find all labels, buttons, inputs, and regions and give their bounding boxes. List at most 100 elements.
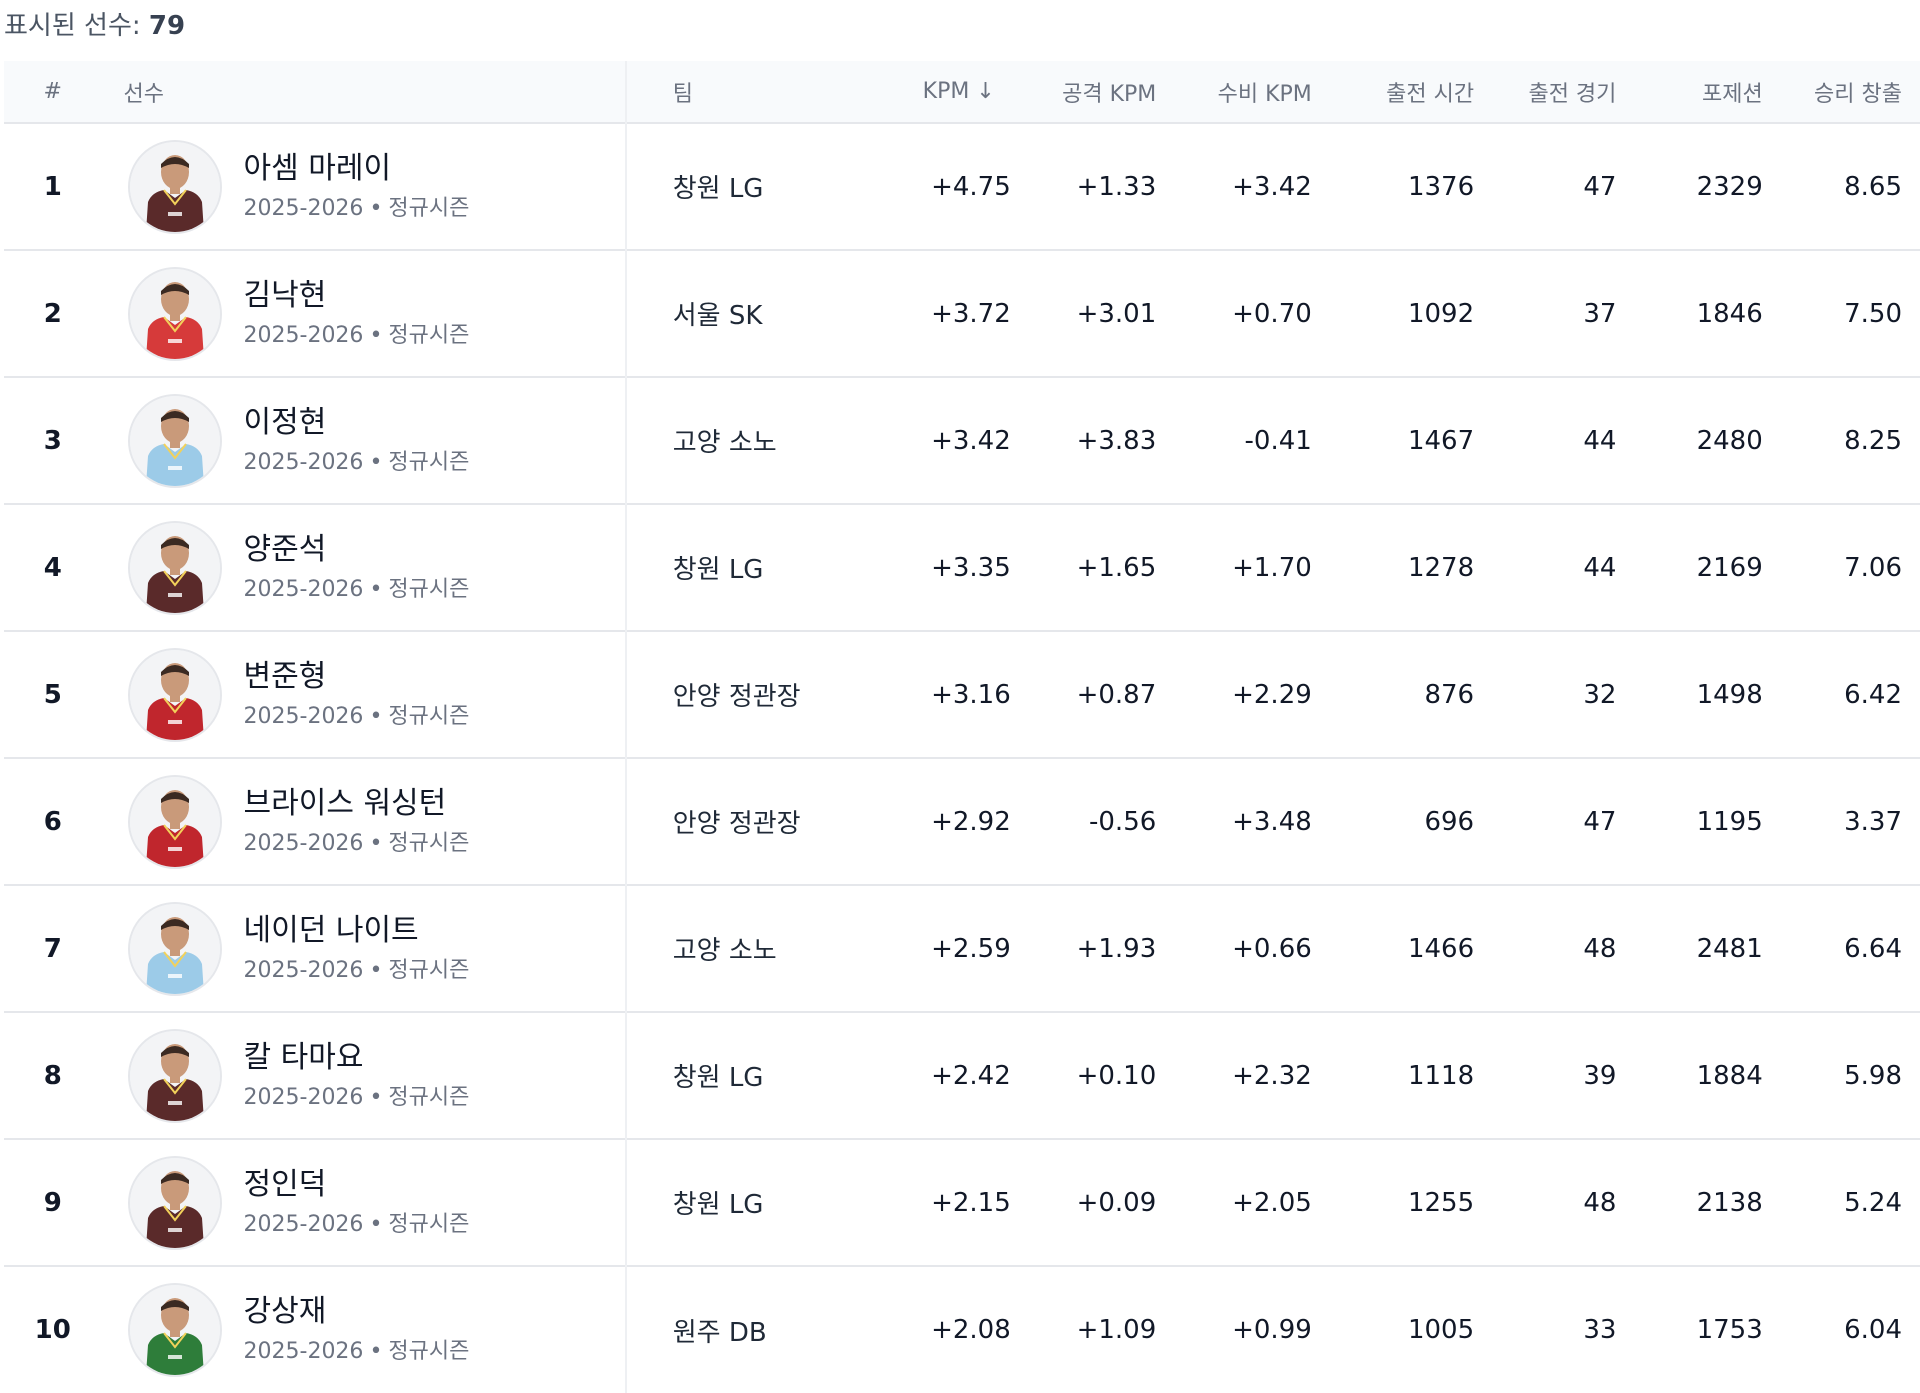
wins-created-cell: 5.24	[1844, 1187, 1902, 1218]
season-years: 2025-2026	[243, 703, 364, 729]
displayed-players-count: 표시된 선수: 79	[4, 8, 185, 44]
player-season: 2025-2026 • 정규시즌	[244, 1336, 470, 1368]
table-row[interactable]: 10 강상재 2025-2026 • 정규시즌 원주 DB +2.08 +1.0…	[4, 1266, 1920, 1393]
minutes-cell: 1467	[1407, 425, 1475, 456]
separator-dot: •	[369, 957, 383, 983]
col-player[interactable]: 선수	[101, 61, 627, 123]
kpm-cell: +2.92	[931, 806, 1011, 837]
col-rank[interactable]: #	[4, 61, 102, 123]
games-cell: 48	[1583, 1187, 1617, 1218]
wins-created-cell: 7.06	[1844, 552, 1902, 583]
col-possessions[interactable]: 포제션	[1632, 61, 1782, 123]
season-years: 2025-2026	[243, 576, 364, 602]
minutes-cell: 1092	[1407, 298, 1475, 329]
wins-created-cell: 5.98	[1844, 1060, 1902, 1091]
player-name-link[interactable]: 강상재	[244, 1292, 470, 1332]
team-cell: 원주 DB	[672, 1317, 767, 1348]
player-name-link[interactable]: 칼 타마요	[244, 1038, 470, 1078]
player-photo-avatar[interactable]	[127, 901, 222, 996]
player-photo-avatar[interactable]	[127, 393, 222, 488]
player-photo-avatar[interactable]	[127, 1028, 222, 1123]
games-cell: 32	[1583, 679, 1617, 710]
player-photo-avatar[interactable]	[127, 1283, 222, 1377]
table-row[interactable]: 1 아셈 마레이 2025-2026 • 정규시즌 창원 LG +4.75 +1…	[4, 123, 1920, 250]
table-body: 1 아셈 마레이 2025-2026 • 정규시즌 창원 LG +4.75 +1…	[4, 123, 1920, 1393]
separator-dot: •	[369, 449, 383, 475]
col-wins-created[interactable]: 승리 창출	[1783, 61, 1920, 123]
wins-created-cell: 6.64	[1844, 933, 1902, 964]
players-table: # 선수 팀 KPM ↓ 공격 KPM 수비 KPM 출전 시간 출전 경기 포…	[4, 61, 1920, 1393]
kpm-leaderboard: # 선수 팀 KPM ↓ 공격 KPM 수비 KPM 출전 시간 출전 경기 포…	[4, 61, 1920, 1393]
season-type: 정규시즌	[388, 449, 470, 475]
player-name-link[interactable]: 정인덕	[244, 1165, 470, 1205]
possessions-cell: 1846	[1696, 298, 1763, 329]
table-row[interactable]: 3 이정현 2025-2026 • 정규시즌 고양 소노 +3.42 +3.83…	[4, 377, 1920, 504]
player-photo-avatar[interactable]	[127, 647, 222, 742]
player-photo-avatar[interactable]	[127, 1155, 222, 1250]
separator-dot: •	[369, 195, 383, 221]
player-name-link[interactable]: 아셈 마레이	[244, 149, 470, 189]
games-cell: 48	[1583, 933, 1617, 964]
def-kpm-cell: +3.48	[1232, 806, 1312, 837]
player-photo-avatar[interactable]	[127, 266, 222, 361]
player-name-link[interactable]: 김낙현	[244, 276, 470, 316]
possessions-cell: 2329	[1696, 171, 1763, 202]
table-row[interactable]: 8 칼 타마요 2025-2026 • 정규시즌 창원 LG +2.42 +0.…	[4, 1012, 1920, 1139]
kpm-cell: +2.15	[931, 1187, 1011, 1218]
col-minutes[interactable]: 출전 시간	[1336, 61, 1484, 123]
games-cell: 33	[1583, 1315, 1617, 1345]
season-type: 정규시즌	[388, 195, 470, 221]
player-name-link[interactable]: 양준석	[244, 530, 470, 570]
season-type: 정규시즌	[388, 703, 470, 729]
table-row[interactable]: 9 정인덕 2025-2026 • 정규시즌 창원 LG +2.15 +0.09…	[4, 1139, 1920, 1266]
minutes-cell: 1005	[1407, 1315, 1475, 1345]
player-season: 2025-2026 • 정규시즌	[244, 574, 470, 606]
player-silhouette-icon	[129, 395, 220, 486]
season-years: 2025-2026	[243, 322, 364, 348]
rank-cell: 4	[43, 552, 62, 583]
wins-created-cell: 8.65	[1844, 171, 1902, 202]
player-photo-avatar[interactable]	[127, 774, 222, 869]
player-name-link[interactable]: 브라이스 워싱턴	[244, 784, 470, 824]
player-photo-avatar[interactable]	[127, 139, 222, 234]
team-cell: 안양 정관장	[672, 682, 801, 712]
rank-cell: 5	[43, 679, 62, 710]
minutes-cell: 1376	[1407, 171, 1475, 202]
games-cell: 47	[1583, 806, 1617, 837]
season-type: 정규시즌	[388, 1339, 470, 1364]
player-photo-avatar[interactable]	[127, 520, 222, 615]
rank-cell: 3	[43, 425, 62, 456]
player-name-link[interactable]: 이정현	[244, 403, 470, 443]
wins-created-cell: 8.25	[1844, 425, 1902, 456]
table-row[interactable]: 4 양준석 2025-2026 • 정규시즌 창원 LG +3.35 +1.65…	[4, 504, 1920, 631]
season-type: 정규시즌	[388, 957, 470, 983]
player-name-link[interactable]: 네이던 나이트	[244, 911, 470, 951]
team-cell: 창원 LG	[672, 1190, 764, 1220]
possessions-cell: 2169	[1696, 552, 1763, 583]
player-season: 2025-2026 • 정규시즌	[244, 701, 470, 733]
col-kpm-sorted[interactable]: KPM ↓	[832, 61, 1013, 123]
col-games[interactable]: 출전 경기	[1484, 61, 1632, 123]
col-off-kpm[interactable]: 공격 KPM	[1013, 61, 1175, 123]
table-row[interactable]: 7 네이던 나이트 2025-2026 • 정규시즌 고양 소노 +2.59 +…	[4, 885, 1920, 1012]
kpm-cell: +2.08	[931, 1315, 1011, 1345]
off-kpm-cell: +0.87	[1076, 679, 1157, 710]
possessions-cell: 1753	[1696, 1315, 1763, 1345]
col-def-kpm[interactable]: 수비 KPM	[1174, 61, 1336, 123]
player-silhouette-icon	[129, 776, 220, 867]
col-team[interactable]: 팀	[626, 61, 832, 123]
separator-dot: •	[369, 576, 383, 602]
team-cell: 서울 SK	[672, 301, 763, 331]
team-cell: 안양 정관장	[672, 809, 801, 839]
off-kpm-cell: +0.09	[1076, 1187, 1157, 1218]
rank-cell: 6	[43, 806, 62, 837]
table-row[interactable]: 5 변준형 2025-2026 • 정규시즌 안양 정관장 +3.16 +0.8…	[4, 631, 1920, 758]
player-name-link[interactable]: 변준형	[244, 657, 470, 697]
player-cell: 브라이스 워싱턴 2025-2026 • 정규시즌	[101, 758, 627, 885]
games-cell: 44	[1583, 552, 1617, 583]
off-kpm-cell: +3.01	[1076, 298, 1157, 329]
table-row[interactable]: 6 브라이스 워싱턴 2025-2026 • 정규시즌 안양 정관장 +2.92…	[4, 758, 1920, 885]
table-row[interactable]: 2 김낙현 2025-2026 • 정규시즌 서울 SK +3.72 +3.01…	[4, 250, 1920, 377]
rank-cell: 9	[43, 1187, 62, 1218]
season-type: 정규시즌	[388, 576, 470, 602]
